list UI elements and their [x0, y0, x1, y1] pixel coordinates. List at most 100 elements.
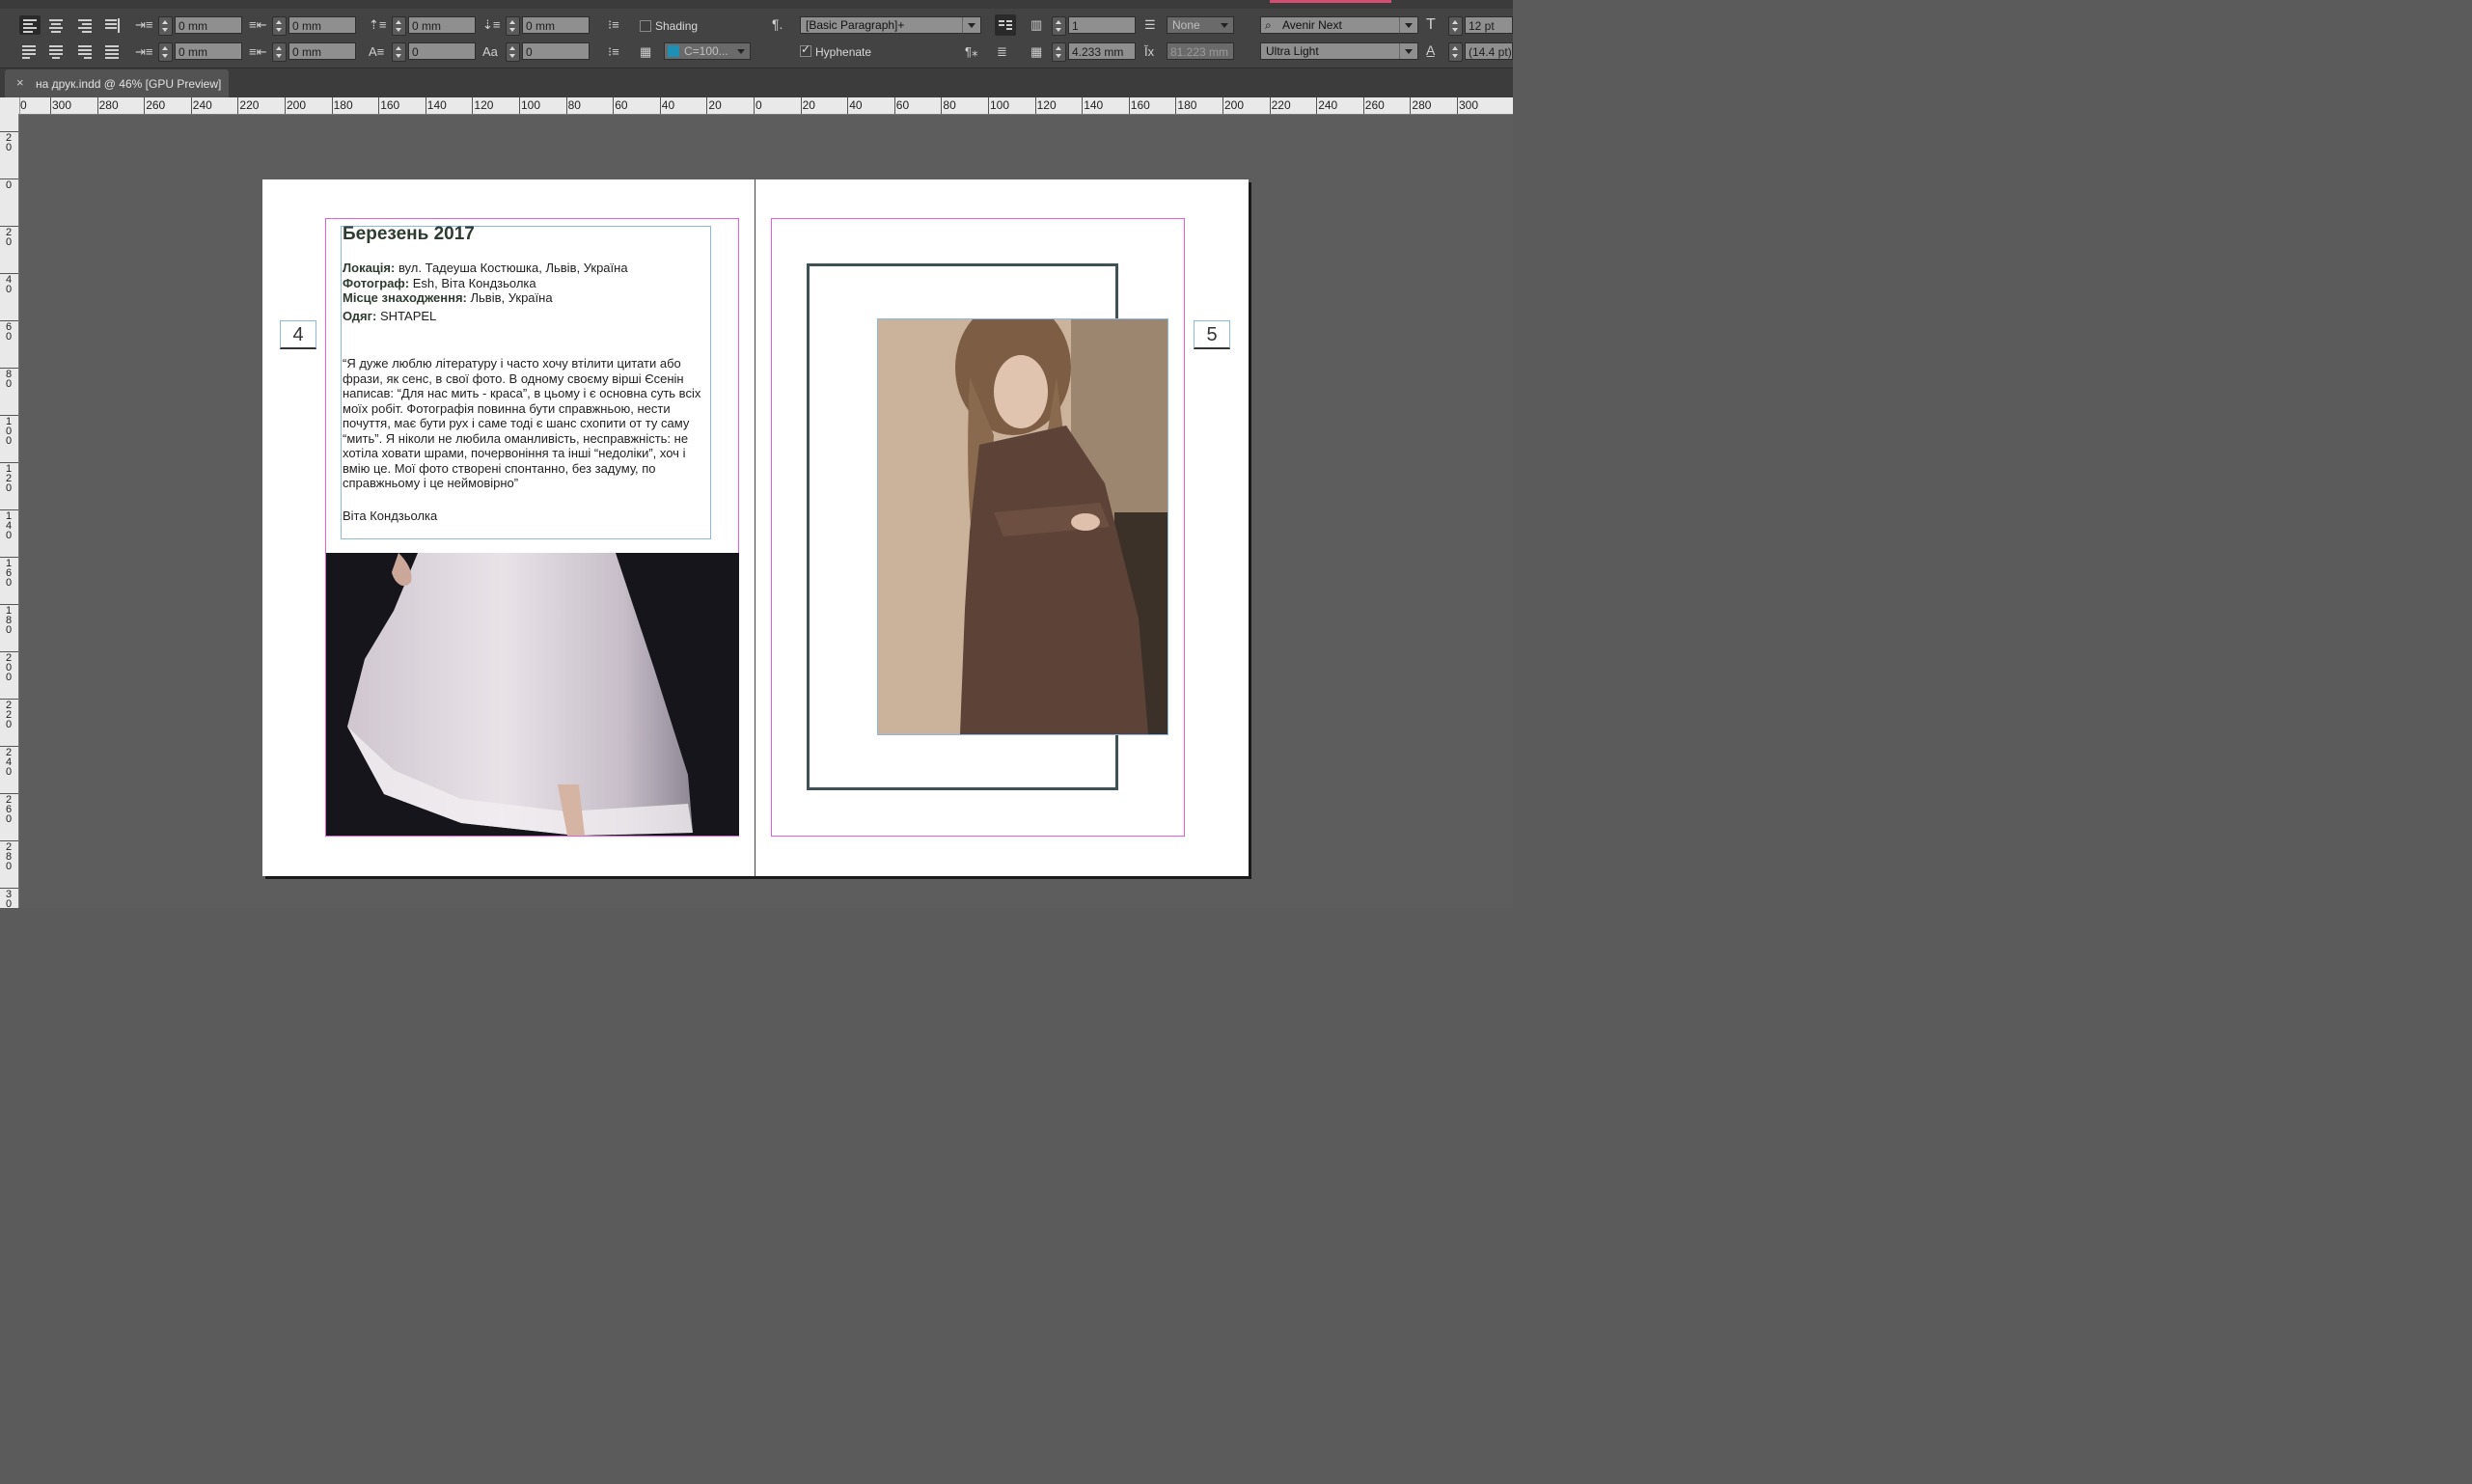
- font-size-field[interactable]: 12 pt: [1465, 16, 1513, 34]
- font-family-dropdown[interactable]: ⌕ Avenir Next: [1260, 16, 1418, 34]
- drop-cap-lines-stepper[interactable]: [392, 42, 406, 62]
- align-left-button[interactable]: [19, 15, 41, 35]
- article-text[interactable]: Березень 2017 Локація: вул. Тадеуша Кост…: [343, 224, 711, 523]
- gutter-field[interactable]: 4.233 mm: [1068, 42, 1136, 60]
- ruler-left-tick: [0, 888, 18, 889]
- justify-all-button[interactable]: [104, 43, 120, 59]
- ruler-left-tick: [0, 273, 18, 274]
- font-search-icon: ⌕: [1265, 18, 1272, 32]
- ruler-left-label: 300: [5, 889, 13, 909]
- ruler-top-tick: [1082, 97, 1084, 114]
- span-width-field[interactable]: 81.223 mm: [1167, 42, 1234, 60]
- align-towards-spine-button[interactable]: [104, 17, 120, 33]
- first-line-indent-field[interactable]: 0 mm: [175, 42, 242, 60]
- columns-field[interactable]: 1: [1068, 16, 1136, 34]
- last-line-indent-stepper[interactable]: [272, 42, 287, 62]
- drop-cap-chars-field[interactable]: 0: [522, 42, 590, 60]
- ruler-left-label: 160: [5, 558, 13, 589]
- vertical-ruler[interactable]: 20 0 20 40 60 80 100 120 140 160 180 200 220 240 260 28…: [0, 114, 19, 908]
- horizontal-ruler[interactable]: 0 300 280 260 240 220 200 180 160 140 120 100 80 60 40…: [0, 97, 1513, 115]
- ruler-top-tick: [1457, 97, 1458, 114]
- ruler-top-tick: [378, 97, 380, 114]
- left-indent-icon: ⇥≡: [135, 17, 153, 32]
- ruler-top-label: 0: [755, 98, 762, 112]
- space-after-field[interactable]: 0 mm: [522, 16, 590, 34]
- page-number-frame-right[interactable]: 5: [1194, 320, 1230, 349]
- justify-center-button[interactable]: [48, 43, 64, 59]
- ruler-left-label: 260: [5, 794, 13, 825]
- align-to-grid-button[interactable]: [995, 14, 1016, 36]
- ruler-top-label: 160: [1130, 98, 1150, 112]
- space-before-stepper[interactable]: [392, 16, 406, 36]
- left-indent-field[interactable]: 0 mm: [175, 16, 242, 34]
- right-indent-field[interactable]: 0 mm: [288, 16, 356, 34]
- ruler-top-label: 20: [802, 98, 815, 112]
- info-line: Одяг: SHTAPEL: [343, 309, 711, 324]
- align-right-button[interactable]: [77, 17, 93, 33]
- font-family-value: Avenir Next: [1282, 18, 1342, 32]
- portrait-photo[interactable]: [877, 318, 1168, 735]
- ruler-top-tick: [1362, 97, 1364, 114]
- ruler-left-label: 240: [5, 747, 13, 778]
- left-indent-stepper[interactable]: [158, 16, 173, 36]
- ruler-left-tick: [0, 651, 18, 652]
- rule-dropdown[interactable]: None: [1167, 16, 1234, 34]
- first-line-indent-stepper[interactable]: [158, 42, 173, 62]
- ruler-left-label: 20: [5, 132, 13, 153]
- ruler-top-tick: [1128, 97, 1130, 114]
- do-not-align-grid-icon[interactable]: ≣: [997, 44, 1007, 60]
- document-tab[interactable]: × на друк.indd @ 46% [GPU Preview]: [5, 69, 229, 97]
- ruler-left-label: 280: [5, 841, 13, 872]
- justify-left-button[interactable]: [21, 43, 37, 59]
- page-number-frame-left[interactable]: 4: [280, 320, 316, 349]
- shading-color-dropdown[interactable]: C=100...: [664, 42, 751, 60]
- drop-cap-chars-stepper[interactable]: [506, 42, 520, 62]
- ruler-top-label: 300: [52, 98, 72, 112]
- ruler-top-label: 180: [1177, 98, 1197, 112]
- close-icon[interactable]: ×: [16, 75, 24, 90]
- ruler-top-tick: [706, 97, 708, 114]
- info-value: SHTAPEL: [376, 308, 437, 323]
- paragraph-mark-icon: ¶.: [772, 16, 783, 32]
- ruler-top-label: 140: [1084, 98, 1104, 112]
- leading-field[interactable]: (14.4 pt): [1465, 42, 1513, 60]
- justify-right-button[interactable]: [77, 43, 93, 59]
- control-panel: ⇥≡ 0 mm ≡⇤ 0 mm ⇥≡ 0 mm ≡⇤ 0 mm ⇡≡ 0 mm …: [0, 0, 1513, 69]
- span-width-icon: Ĭx: [1144, 44, 1155, 59]
- dress-photo[interactable]: [326, 553, 739, 836]
- ruler-top-label: 80: [943, 98, 956, 112]
- ruler-top-tick: [1034, 97, 1036, 114]
- columns-stepper[interactable]: [1052, 16, 1066, 36]
- info-value: вул. Тадеуша Костюшка, Львів, Україна: [395, 261, 628, 275]
- space-after-stepper[interactable]: [506, 16, 520, 36]
- right-indent-stepper[interactable]: [272, 16, 287, 36]
- article-signature: Віта Кондзьолка: [343, 508, 438, 523]
- ruler-left-label: 20: [5, 227, 13, 248]
- drop-cap-lines-field[interactable]: 0: [408, 42, 476, 60]
- document-tab-title: на друк.indd @ 46% [GPU Preview]: [36, 77, 222, 91]
- ruler-top-tick: [565, 97, 567, 114]
- accent-mark: [1270, 0, 1391, 3]
- ruler-top-label: 180: [333, 98, 353, 112]
- ruler-top-label: 20: [708, 98, 722, 112]
- numbered-list-icon[interactable]: ⁝≡: [608, 44, 619, 60]
- gutter-stepper[interactable]: [1052, 42, 1066, 62]
- ruler-top-label: 240: [192, 98, 212, 112]
- ruler-top-label: 100: [521, 98, 541, 112]
- ruler-top-label: 200: [1224, 98, 1245, 112]
- font-style-dropdown[interactable]: Ultra Light: [1260, 42, 1418, 60]
- space-before-field[interactable]: 0 mm: [408, 16, 476, 34]
- font-size-stepper[interactable]: [1448, 16, 1463, 36]
- leading-stepper[interactable]: [1448, 42, 1463, 62]
- shading-checkbox[interactable]: [640, 20, 651, 32]
- ruler-top-tick: [1222, 97, 1223, 114]
- paragraph-style-dropdown[interactable]: [Basic Paragraph]+: [800, 16, 981, 34]
- last-line-indent-field[interactable]: 0 mm: [288, 42, 356, 60]
- align-center-button[interactable]: [48, 17, 64, 33]
- ruler-left-tick: [0, 557, 18, 558]
- ruler-left-tick: [0, 462, 18, 463]
- ruler-origin[interactable]: [0, 97, 20, 115]
- hyphenate-checkbox[interactable]: ✓: [800, 42, 811, 57]
- paragraph-composer-icon[interactable]: ¶⁎: [965, 44, 977, 60]
- bulleted-list-icon[interactable]: ⁝≡: [608, 17, 619, 33]
